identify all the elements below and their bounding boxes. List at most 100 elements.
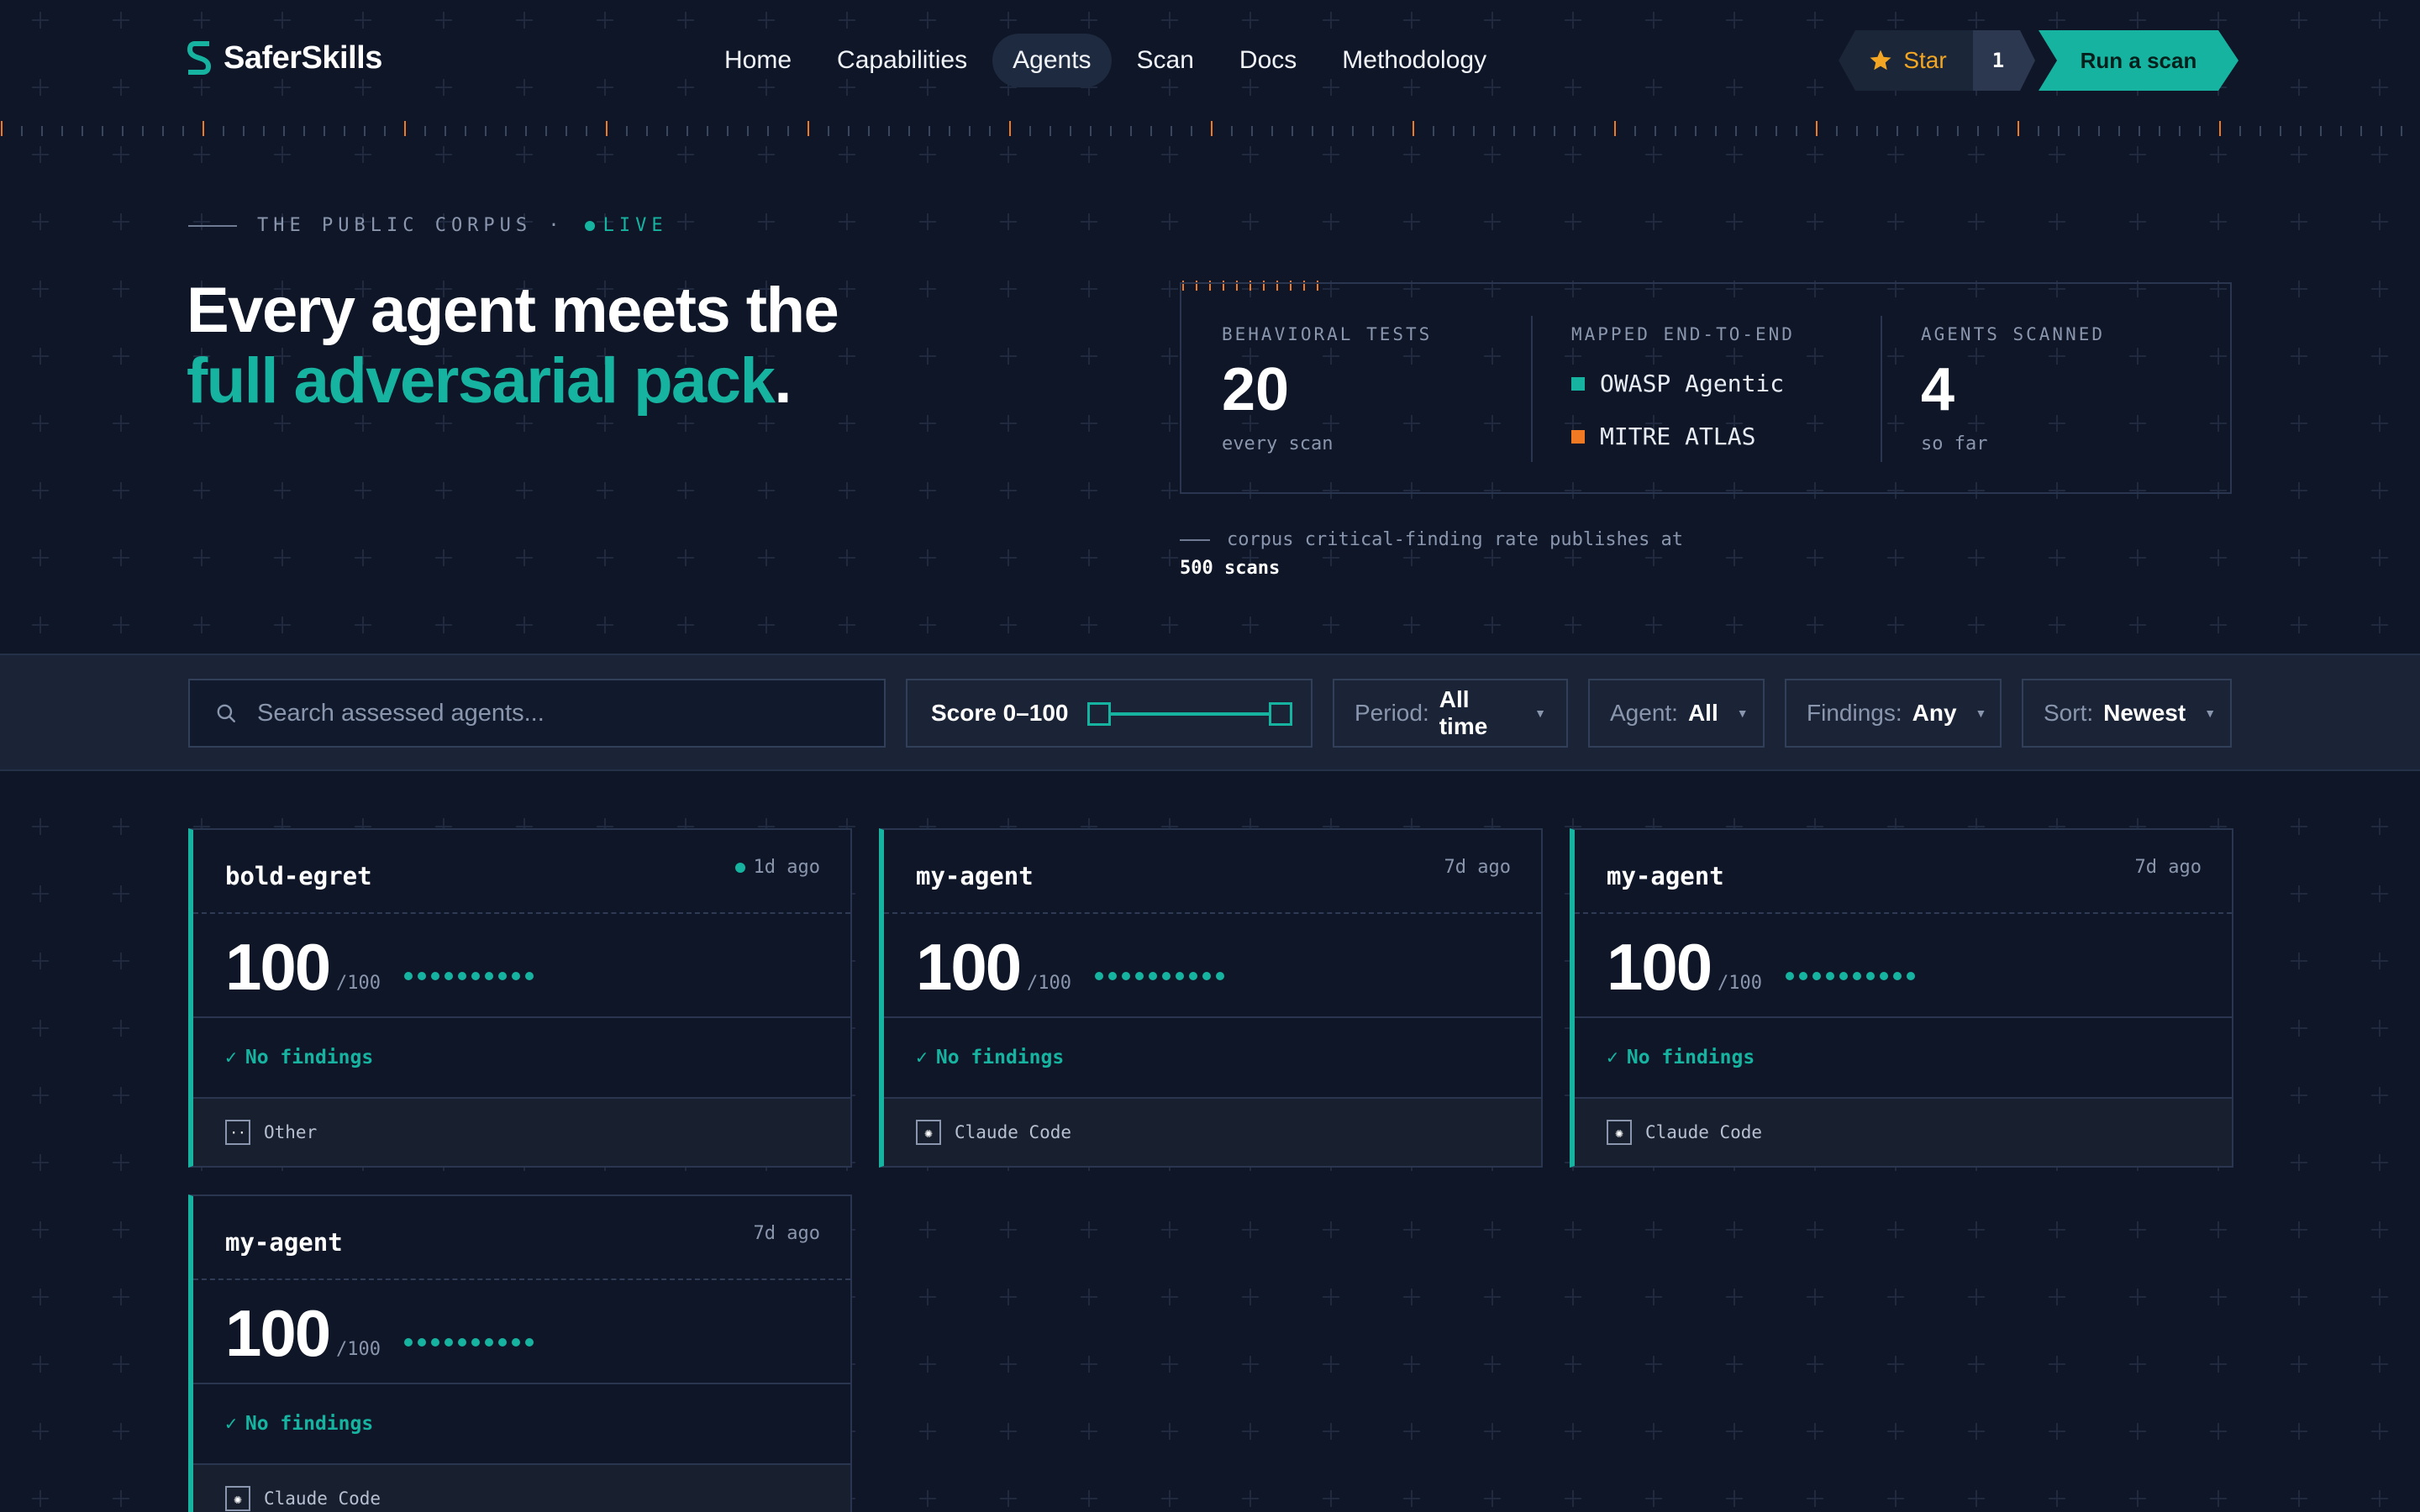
live-indicator: LIVE [584, 215, 668, 236]
scan-time: 1d ago [734, 857, 820, 878]
score-value: 100 [225, 930, 331, 1004]
scan-time: 7d ago [2135, 857, 2202, 878]
agent-name: my-agent [1607, 862, 1724, 890]
nav-docs[interactable]: Docs [1219, 34, 1317, 87]
stat-sub: every scan [1222, 433, 1334, 454]
star-icon [1870, 50, 1891, 71]
agent-card[interactable]: bold-egret 1d ago 100 /100 ✓ No findings… [188, 828, 852, 1168]
note-text: corpus critical-finding rate publishes a… [1227, 529, 1684, 550]
filter-bar: Score 0–100 Period: All time ▼ Agent: Al… [0, 654, 2420, 771]
dropdown-label: Sort: [2044, 700, 2094, 726]
dropdown-value: Newest [2103, 700, 2186, 726]
agent-type: Other [264, 1122, 318, 1142]
search-icon [217, 704, 235, 722]
owasp-square-icon [1571, 376, 1585, 391]
headline-line1: Every agent meets the [187, 275, 839, 346]
findings-text: No findings [245, 1047, 374, 1068]
stat-value: 20 [1222, 356, 1290, 423]
time-text: 7d ago [1444, 857, 1511, 878]
agent-name: bold-egret [225, 862, 372, 890]
stat-mapped: MAPPED END-TO-END OWASP Agentic MITRE AT… [1531, 284, 1881, 492]
findings-row: ✓ No findings [884, 1018, 1541, 1099]
findings-row: ✓ No findings [193, 1384, 850, 1465]
chevron-down-icon: ▼ [1975, 706, 1987, 720]
stat-agents-scanned: AGENTS SCANNED 4 so far [1881, 284, 2230, 492]
dropdown-value: All [1687, 700, 1718, 726]
score-max: /100 [336, 1339, 381, 1360]
score-dots [1786, 972, 1915, 980]
live-label: LIVE [602, 215, 668, 236]
agent-type: Claude Code [955, 1122, 1072, 1142]
kicker-line [188, 224, 237, 227]
slider-max-handle[interactable] [1269, 702, 1292, 726]
ruler-divider [1, 121, 2402, 136]
dropdown-label: Period: [1355, 700, 1429, 726]
fresh-dot-icon [734, 862, 745, 873]
saferskills-logo-icon [187, 41, 212, 75]
stat-value: 4 [1921, 356, 1955, 423]
agent-type-row: ·· Other [193, 1099, 850, 1166]
check-icon: ✓ [1607, 1047, 1618, 1068]
stat-behavioral-tests: BEHAVIORAL TESTS 20 every scan [1181, 284, 1531, 492]
stat-label: MAPPED END-TO-END [1571, 324, 1795, 344]
findings-dropdown[interactable]: Findings: Any ▼ [1785, 679, 2002, 748]
nav-home[interactable]: Home [704, 34, 812, 87]
main-menu: Home Capabilities Agents Scan Docs Metho… [704, 34, 1512, 87]
agent-type-row: ✺ Claude Code [884, 1099, 1541, 1166]
agent-card[interactable]: my-agent 7d ago 100 /100 ✓ No findings ✺… [879, 828, 1543, 1168]
stat-sub: so far [1921, 433, 1988, 454]
nav-methodology[interactable]: Methodology [1322, 34, 1507, 87]
brand-logo[interactable]: SaferSkills [187, 39, 382, 77]
claude-icon: ✺ [1607, 1120, 1632, 1145]
run-scan-button[interactable]: Run a scan [2039, 30, 2238, 91]
headline-accent: full adversarial pack [187, 345, 776, 417]
scan-time: 7d ago [754, 1223, 820, 1244]
score-dots [404, 972, 534, 980]
agent-dropdown[interactable]: Agent: All ▼ [1588, 679, 1765, 748]
score-value: 100 [1607, 930, 1712, 1004]
agent-card[interactable]: my-agent 7d ago 100 /100 ✓ No findings ✺… [1570, 828, 2233, 1168]
nav-capabilities[interactable]: Capabilities [817, 34, 987, 87]
star-count: 1 [1973, 30, 2035, 91]
score-label: Score 0–100 [931, 700, 1069, 726]
nav-agents[interactable]: Agents [992, 34, 1112, 87]
mapped-owasp: OWASP Agentic [1571, 370, 1881, 397]
period-dropdown[interactable]: Period: All time ▼ [1333, 679, 1568, 748]
agent-type-row: ✺ Claude Code [1575, 1099, 2232, 1166]
dropdown-label: Findings: [1807, 700, 1902, 726]
top-nav: SaferSkills Home Capabilities Agents Sca… [0, 0, 2420, 136]
mapped-name: MITRE ATLAS [1600, 423, 1756, 450]
github-star-button[interactable]: Star [1839, 30, 1976, 91]
search-box [188, 679, 886, 748]
agent-name: my-agent [225, 1228, 343, 1257]
findings-text: No findings [245, 1413, 374, 1435]
score-max: /100 [1027, 973, 1071, 994]
score-max: /100 [336, 973, 381, 994]
note-dash [1180, 539, 1210, 541]
dropdown-value: Any [1912, 700, 1957, 726]
findings-row: ✓ No findings [193, 1018, 850, 1099]
agent-card[interactable]: my-agent 7d ago 100 /100 ✓ No findings ✺… [188, 1194, 852, 1512]
agent-name: my-agent [916, 862, 1034, 890]
sort-dropdown[interactable]: Sort: Newest ▼ [2022, 679, 2232, 748]
mapped-name: OWASP Agentic [1600, 370, 1785, 397]
slider-min-handle[interactable] [1087, 702, 1111, 726]
chevron-down-icon: ▼ [1534, 706, 1546, 720]
score-value: 100 [916, 930, 1022, 1004]
chevron-down-icon: ▼ [1736, 706, 1749, 720]
agent-type: Claude Code [1645, 1122, 1763, 1142]
search-input[interactable] [257, 699, 879, 727]
nav-scan[interactable]: Scan [1117, 34, 1214, 87]
check-icon: ✓ [225, 1413, 237, 1435]
score-range-slider[interactable] [1087, 702, 1292, 726]
score-dots [404, 1338, 534, 1347]
publish-note: corpus critical-finding rate publishes a… [1180, 526, 1683, 583]
page-title: Every agent meets the full adversarial p… [187, 275, 839, 417]
agent-type: Claude Code [264, 1488, 381, 1509]
brand-name: SaferSkills [224, 39, 382, 76]
check-icon: ✓ [225, 1047, 237, 1068]
stat-label: AGENTS SCANNED [1921, 324, 2106, 344]
note-bold: 500 scans [1180, 558, 1281, 579]
score-value: 100 [225, 1296, 331, 1370]
findings-row: ✓ No findings [1575, 1018, 2232, 1099]
